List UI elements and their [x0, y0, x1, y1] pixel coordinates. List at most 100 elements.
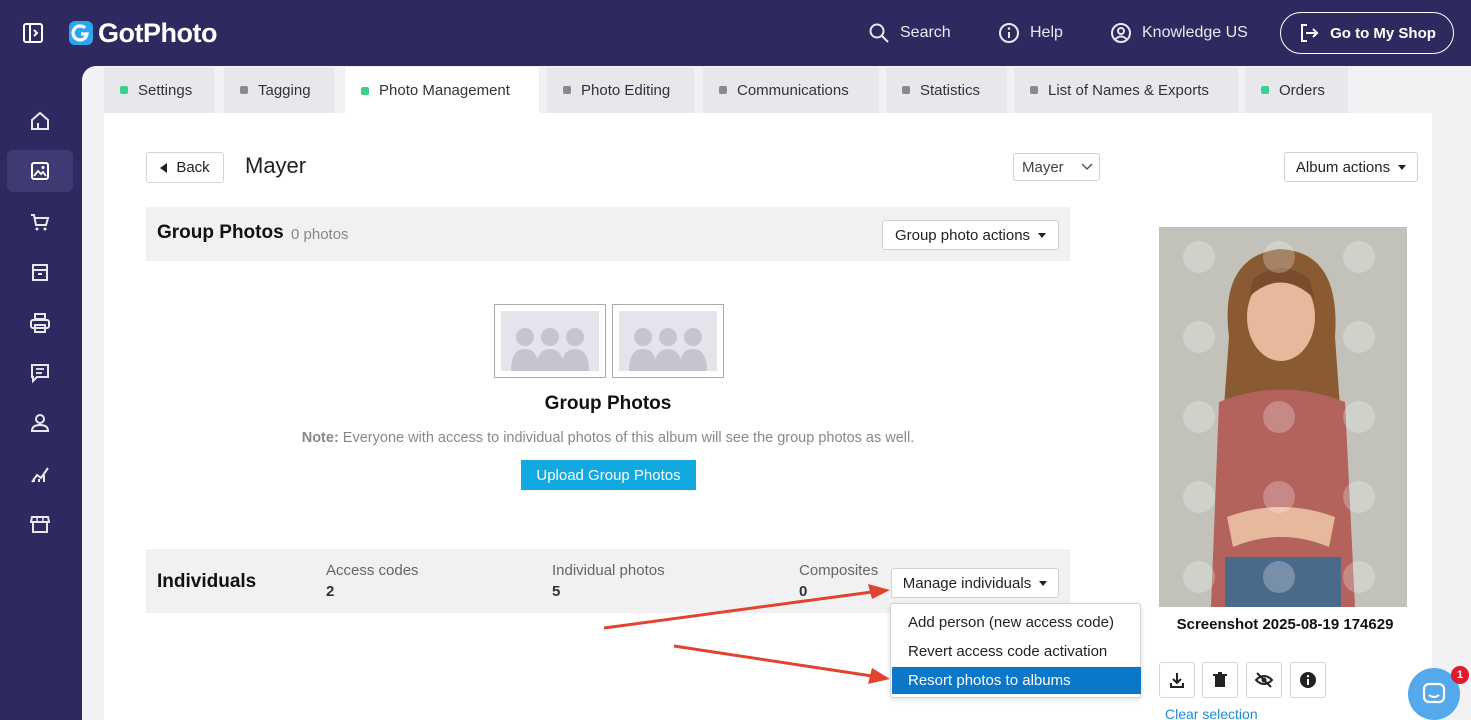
tab-status-dot [1261, 86, 1269, 94]
back-button[interactable]: Back [146, 152, 224, 183]
manage-individuals-button[interactable]: Manage individuals [891, 568, 1059, 598]
exit-arrow-icon [1301, 24, 1319, 42]
tab-label: Settings [138, 81, 193, 99]
box-icon [32, 264, 48, 281]
sidebar-toggle-icon[interactable] [22, 22, 44, 44]
info-circle-icon [1300, 672, 1316, 688]
download-button[interactable] [1159, 662, 1195, 698]
back-label: Back [176, 159, 210, 176]
individuals-title: Individuals [157, 571, 257, 592]
nav-photos[interactable] [7, 150, 73, 192]
account-button[interactable]: Knowledge US [1110, 20, 1248, 46]
nav-shop[interactable] [7, 201, 73, 243]
nav-people[interactable] [7, 402, 73, 444]
group-photos-header: Group Photos 0 photos Group photo action… [146, 207, 1070, 261]
stat-label: Composites [799, 562, 879, 579]
portrait-photo [1159, 227, 1407, 607]
clear-selection-link[interactable]: Clear selection [1165, 706, 1258, 720]
tab-tagging[interactable]: Tagging [224, 67, 334, 113]
people-silhouette-icon [629, 328, 707, 371]
tab-photo-management[interactable]: Photo Management [345, 67, 539, 114]
trash-icon [1213, 672, 1227, 687]
tab-status-dot [902, 86, 910, 94]
nav-home[interactable] [7, 100, 73, 142]
album-select-value: Mayer [1022, 158, 1064, 176]
upload-group-photos-button[interactable]: Upload Group Photos [521, 460, 696, 490]
home-icon [31, 111, 49, 130]
gotphoto-logo[interactable]: GotPhoto [68, 17, 217, 49]
group-photo-count: 0 photos [291, 226, 349, 243]
tab-label: Tagging [258, 81, 311, 99]
help-label: Help [1030, 24, 1063, 41]
tab-status-dot [361, 86, 369, 95]
tab-label: List of Names & Exports [1048, 81, 1209, 99]
album-select[interactable]: Mayer [1013, 153, 1100, 181]
album-actions-button[interactable]: Album actions [1284, 152, 1418, 182]
go-to-shop-label: Go to My Shop [1330, 24, 1436, 42]
help-button[interactable]: Help [998, 20, 1063, 46]
nav-store[interactable] [7, 503, 73, 545]
tab-communications[interactable]: Communications [703, 67, 879, 113]
preview-filename: Screenshot 2025-08-19 174629 [1176, 616, 1394, 633]
group-photos-heading: Group Photos [544, 393, 672, 414]
tab-orders[interactable]: Orders [1245, 67, 1348, 113]
manage-individuals-label: Manage individuals [902, 574, 1032, 592]
info-button[interactable] [1290, 662, 1326, 698]
tab-settings[interactable]: Settings [104, 67, 214, 113]
chat-notification-badge: 1 [1451, 666, 1469, 684]
download-icon [1170, 673, 1184, 688]
tab-label: Photo Management [379, 82, 510, 99]
delete-button[interactable] [1202, 662, 1238, 698]
menu-item-add-person[interactable]: Add person (new access code) [892, 609, 1141, 636]
group-photo-placeholder [612, 304, 724, 378]
tab-status-dot [719, 86, 727, 94]
manage-individuals-menu: Add person (new access code) Revert acce… [890, 603, 1141, 698]
tab-status-dot [1030, 86, 1038, 94]
user-circle-icon [1111, 23, 1131, 43]
search-button[interactable]: Search [868, 20, 951, 46]
caret-down-icon [1398, 164, 1407, 170]
nav-statistics[interactable] [7, 453, 73, 495]
photo-preview[interactable] [1159, 227, 1407, 607]
chevron-down-icon [1081, 163, 1093, 171]
tab-photo-editing[interactable]: Photo Editing [547, 67, 694, 113]
tab-label: Photo Editing [581, 81, 671, 99]
annotation-arrows [603, 584, 890, 684]
stat-label: Access codes [326, 562, 419, 579]
menu-item-resort-photos[interactable]: Resort photos to albums [892, 667, 1141, 694]
tab-label: Communications [737, 81, 849, 99]
note-label: Note: [301, 430, 339, 446]
info-icon [999, 23, 1019, 43]
nav-print[interactable] [7, 302, 73, 344]
hide-button[interactable] [1246, 662, 1282, 698]
menu-item-revert-activation[interactable]: Revert access code activation [892, 638, 1141, 665]
nav-archive[interactable] [7, 251, 73, 293]
group-photos-note: Note: Everyone with access to individual… [146, 430, 1070, 446]
people-silhouette-icon [511, 328, 589, 371]
caret-down-icon [1039, 580, 1048, 586]
stat-label: Individual photos [552, 562, 665, 579]
stat-value: 2 [326, 583, 335, 600]
tab-status-dot [563, 86, 571, 94]
tab-status-dot [120, 86, 128, 94]
image-icon [31, 162, 49, 180]
person-icon [30, 414, 50, 432]
tab-status-dot [240, 86, 248, 94]
tab-list-of-names-exports[interactable]: List of Names & Exports [1014, 67, 1238, 113]
group-photo-actions-button[interactable]: Group photo actions [882, 220, 1059, 250]
message-icon [31, 364, 49, 384]
page-title: Mayer [245, 153, 307, 178]
cart-icon [31, 214, 50, 231]
go-to-shop-button[interactable]: Go to My Shop [1280, 12, 1454, 54]
access-codes-stat: Access codes 2 [326, 562, 419, 600]
account-label: Knowledge US [1142, 24, 1248, 41]
tab-statistics[interactable]: Statistics [886, 67, 1007, 113]
group-photo-placeholder [494, 304, 606, 378]
caret-left-icon [160, 162, 168, 173]
caret-down-icon [1038, 232, 1047, 238]
logo-mark-icon [69, 21, 93, 45]
chat-icon [1422, 682, 1446, 704]
tab-label: Orders [1279, 81, 1325, 99]
group-photo-actions-label: Group photo actions [894, 226, 1031, 244]
nav-messages[interactable] [7, 352, 73, 394]
